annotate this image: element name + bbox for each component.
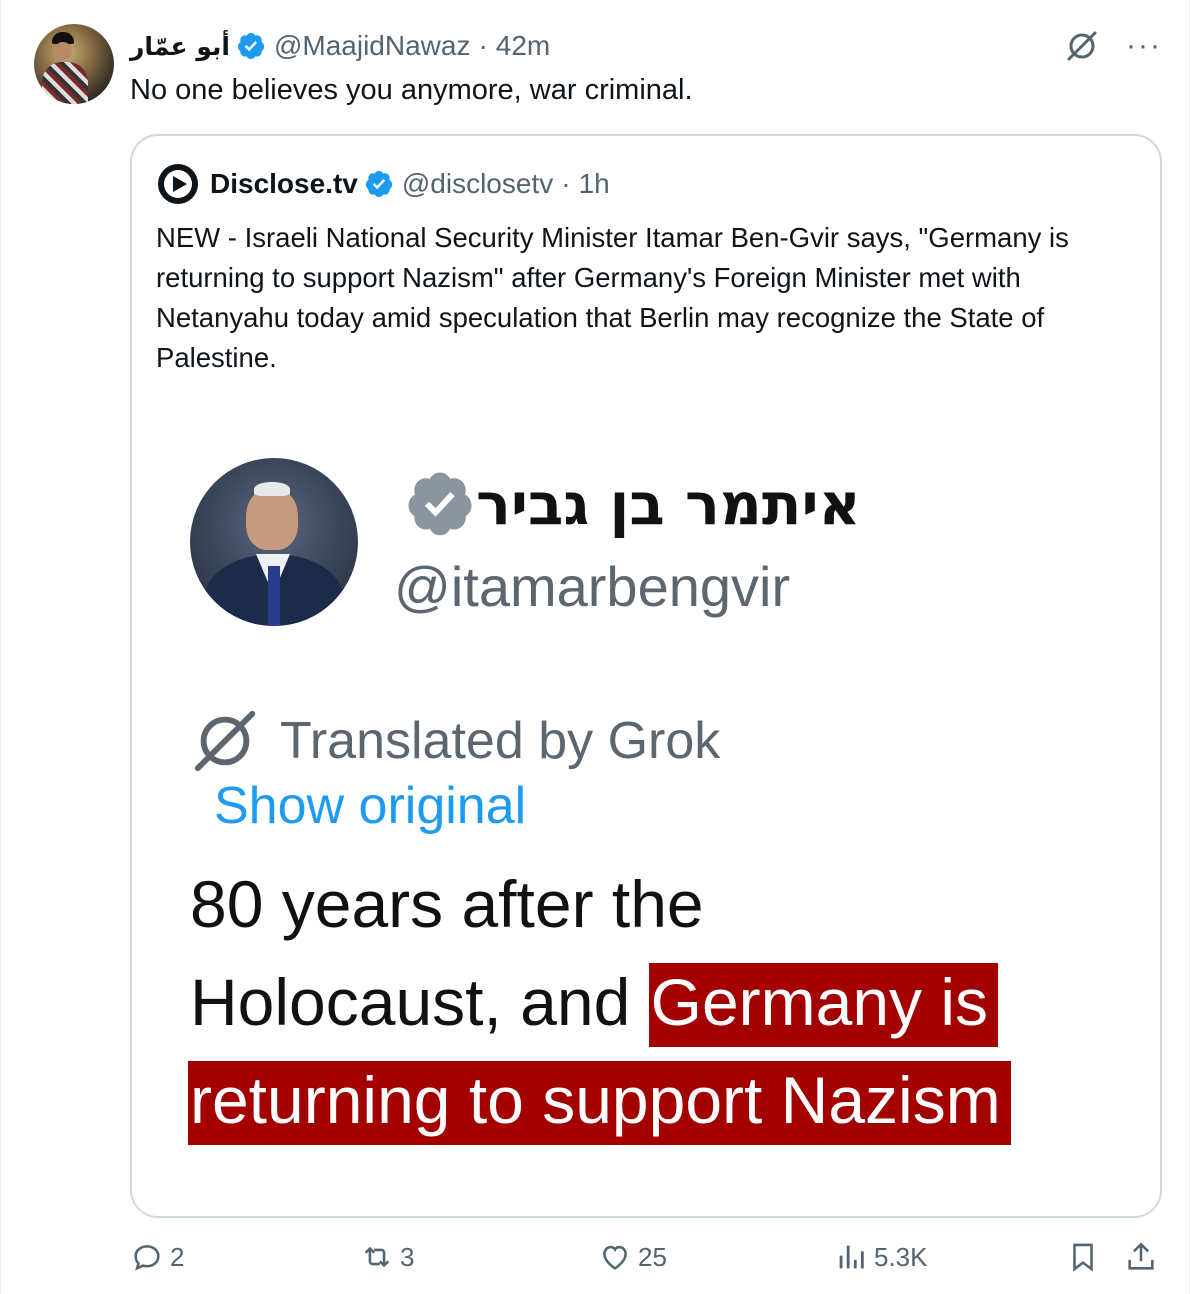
views-button[interactable]: 5.3K [834, 1240, 928, 1274]
verified-badge-icon [237, 32, 265, 60]
image-profile-handle: @itamarbengvir [394, 555, 791, 618]
image-text-highlight: Germany is [648, 963, 999, 1047]
image-profile-name: איתמר בן גביר [476, 470, 861, 538]
image-translated-row: Translated by Grok [190, 706, 720, 776]
avatar[interactable] [34, 24, 114, 104]
repost-icon [364, 1246, 390, 1268]
like-count: 25 [638, 1241, 667, 1272]
verified-badge-icon [365, 170, 393, 198]
author-name[interactable]: أبو عمّار [130, 32, 230, 61]
analytics-icon [839, 1245, 864, 1269]
bookmark-icon [1073, 1243, 1093, 1272]
grok-icon[interactable] [1064, 28, 1100, 64]
more-options-icon[interactable]: ··· [1126, 31, 1162, 61]
post-header: أبو عمّار @MaajidNawaz · 42m [130, 28, 550, 64]
image-profile-name-row: איתמר בן גביר [390, 468, 861, 540]
reply-button[interactable]: 2 [130, 1240, 184, 1274]
repost-count: 3 [400, 1241, 415, 1272]
separator-dot: · [478, 30, 488, 61]
post-top-actions: ··· [1064, 28, 1162, 64]
image-text-highlight: returning to support Nazism [188, 1061, 1011, 1145]
bookmark-button[interactable] [1066, 1240, 1106, 1274]
repost-button[interactable]: 3 [360, 1240, 414, 1274]
quoted-post[interactable]: Disclose.tv @disclosetv · 1h NEW - Israe… [130, 134, 1162, 1218]
like-button[interactable]: 25 [598, 1240, 667, 1274]
reply-icon [134, 1245, 160, 1271]
post-time[interactable]: 42m [496, 30, 550, 62]
image-text-line-2: Holocaust, and Germany is [190, 963, 999, 1047]
image-translated-label: Translated by Grok [280, 712, 721, 770]
post-action-bar: 2 3 25 5.3K [0, 1240, 1190, 1290]
share-button[interactable] [1124, 1240, 1164, 1274]
author-handle[interactable]: @MaajidNawaz [274, 30, 471, 62]
post-text: No one believes you anymore, war crimina… [130, 74, 693, 106]
heart-icon [603, 1245, 627, 1270]
quoted-post-header: Disclose.tv @disclosetv · 1h [156, 162, 610, 206]
quoted-author-name[interactable]: Disclose.tv [210, 168, 358, 200]
image-profile-avatar [190, 458, 358, 626]
views-count: 5.3K [874, 1241, 928, 1272]
image-show-original: Show original [214, 777, 527, 835]
image-text-line-1: 80 years after the [190, 867, 704, 941]
quoted-post-time[interactable]: 1h [579, 168, 610, 200]
reply-count: 2 [170, 1241, 185, 1272]
disclose-logo-icon[interactable] [156, 162, 200, 206]
quoted-author-handle[interactable]: @disclosetv [402, 168, 553, 200]
share-icon [1128, 1242, 1154, 1270]
column-border-left [0, 0, 1, 1294]
grok-icon [194, 710, 256, 772]
image-text-line-3: returning to support Nazism [188, 1061, 1011, 1145]
verified-badge-icon [408, 472, 472, 536]
separator-dot: · [561, 168, 571, 199]
quoted-post-image[interactable]: איתמר בן גביר @itamarbengvir Translated … [132, 436, 1160, 1216]
quoted-post-text: NEW - Israeli National Security Minister… [156, 222, 1069, 373]
image-text-plain: Holocaust, and [190, 965, 649, 1039]
